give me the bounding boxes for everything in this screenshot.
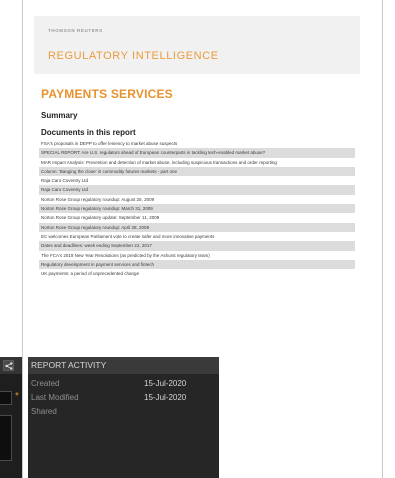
report-description-field[interactable] <box>0 415 12 461</box>
activity-label: Shared <box>31 407 57 416</box>
document-item: SPECIAL REPORT: Are U.S. regulators ahea… <box>39 148 355 158</box>
document-item: Norton Rose Group regulatory roundup: Ap… <box>39 222 355 232</box>
activity-label: Created <box>31 379 60 388</box>
documents-heading: Documents in this report <box>41 128 136 137</box>
report-name-field[interactable] <box>0 391 12 405</box>
document-item: The FCA's 2019 New Year Resolutions (as … <box>41 252 210 258</box>
activity-row-last-modified: Last Modified 15-Jul-2020 <box>31 392 216 404</box>
activity-row-created: Created 15-Jul-2020 <box>31 378 216 390</box>
activity-row-shared: Shared <box>31 406 216 418</box>
summary-heading: Summary <box>41 111 78 120</box>
report-section-title: PAYMENTS SERVICES <box>41 87 173 101</box>
share-button[interactable] <box>3 360 14 371</box>
details-panel-header <box>0 357 22 374</box>
documents-list: FSA's proposals in DEPP to offer lenienc… <box>39 139 355 278</box>
report-details-panel: * <box>0 357 22 478</box>
publisher-name: THOMSON REUTERS <box>48 28 103 33</box>
document-item: FSA's proposals in DEPP to offer lenienc… <box>41 141 178 146</box>
document-item: Raja Caro Coventry Ltd <box>41 178 89 184</box>
share-icon <box>5 362 13 370</box>
document-item: Regulatory development in payment servic… <box>39 259 355 270</box>
required-marker: * <box>15 391 19 402</box>
report-activity-panel: REPORT ACTIVITY Created 15-Jul-2020 Last… <box>28 357 219 478</box>
report-banner: THOMSON REUTERS REGULATORY INTELLIGENCE <box>34 16 360 74</box>
document-item: Dates and deadlines: week ending Septemb… <box>39 241 355 251</box>
activity-value: 15-Jul-2020 <box>144 393 187 402</box>
document-item: Raja Caro Coventry Ltd <box>39 185 355 195</box>
document-item: EC welcomes European Parliament vote to … <box>41 233 215 239</box>
document-item: Norton Rose Group regulatory roundup: Ma… <box>39 204 355 214</box>
product-name: REGULATORY INTELLIGENCE <box>48 50 219 62</box>
activity-label: Last Modified <box>31 393 79 402</box>
document-item: Norton Rose Group regulatory roundup: Au… <box>41 196 155 202</box>
report-activity-title: REPORT ACTIVITY <box>28 357 219 374</box>
document-item: MAR Impact Analysis: Prevention and dete… <box>41 159 277 165</box>
document-item: UK payments: a period of unprecedented c… <box>41 271 140 277</box>
document-item: Norton Rose Group regulatory update: Sep… <box>41 215 160 221</box>
document-item: Column: 'Banging the close' in commodity… <box>39 166 355 177</box>
activity-value: 15-Jul-2020 <box>144 379 187 388</box>
